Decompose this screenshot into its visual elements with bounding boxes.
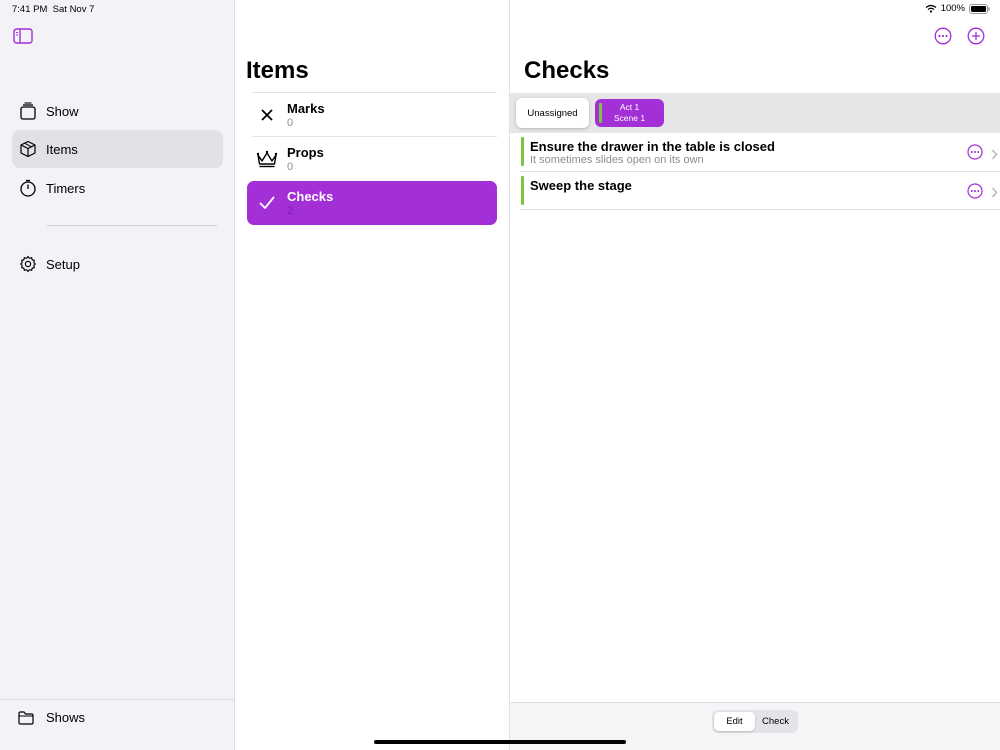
sidebar-item-label: Setup <box>46 256 80 272</box>
sidebar-item-label: Show <box>46 103 79 119</box>
battery-percent: 100% <box>940 3 965 14</box>
row-more-button[interactable] <box>967 183 983 199</box>
scene-color-bar <box>521 137 524 166</box>
ellipsis-circle-icon <box>967 144 983 160</box>
sidebar-toggle-icon[interactable] <box>13 28 33 44</box>
row-more-button[interactable] <box>967 144 983 160</box>
list-item-count: 2 <box>287 205 294 217</box>
page-title: Items <box>246 57 309 84</box>
ellipsis-circle-icon <box>934 27 952 45</box>
list-item-marks[interactable]: Marks 0 <box>247 93 497 137</box>
list-item-count: 0 <box>287 117 294 129</box>
sidebar-item-timers[interactable]: Timers <box>12 169 223 207</box>
edit-segment[interactable]: Edit <box>714 712 755 731</box>
cube-icon <box>19 140 37 158</box>
sidebar-item-label: Timers <box>46 180 86 196</box>
chevron-right-icon <box>991 147 998 160</box>
page-title: Checks <box>524 57 610 84</box>
list-item-name: Marks <box>287 101 325 116</box>
check-title: Sweep the stage <box>530 178 632 193</box>
scene-chip[interactable]: Act 1 Scene 1 <box>595 99 664 127</box>
chevron-right-icon <box>991 185 998 198</box>
status-indicators: 100% <box>925 3 990 14</box>
scene-filter-bar: Unassigned Act 1 Scene 1 <box>510 93 1000 133</box>
list-item-name: Checks <box>287 189 334 204</box>
sidebar-item-setup[interactable]: Setup <box>12 245 223 283</box>
square-stack-icon <box>19 102 37 120</box>
sidebar-item-items[interactable]: Items <box>12 130 223 168</box>
wifi-icon <box>925 4 937 13</box>
chip-label: Unassigned <box>527 107 578 119</box>
unassigned-chip[interactable]: Unassigned <box>516 98 589 128</box>
gear-icon <box>19 255 37 273</box>
list-item[interactable]: Sweep the stage <box>520 172 1000 210</box>
xmark-icon <box>247 108 287 122</box>
check-subtitle: It sometimes slides open on its own <box>530 154 704 166</box>
list-item[interactable]: Ensure the drawer in the table is closed… <box>520 133 1000 172</box>
crown-icon <box>247 150 287 168</box>
scene-chip-act: Act 1 <box>619 102 640 112</box>
status-time-value: 7:41 PM <box>12 4 48 15</box>
list-item-count: 0 <box>287 161 294 173</box>
add-check-button[interactable] <box>967 27 985 45</box>
more-options-button[interactable] <box>934 27 952 45</box>
plus-circle-icon <box>967 27 985 45</box>
list-item-checks[interactable]: Checks 2 <box>247 181 497 225</box>
status-date: Sat Nov 7 <box>52 4 95 15</box>
shows-button[interactable]: Shows <box>0 699 235 750</box>
sidebar: 7:41 PM Sat Nov 7 Show Items Timers Setu… <box>0 0 235 750</box>
list-item-name: Props <box>287 145 324 160</box>
sidebar-divider <box>47 225 217 226</box>
items-panel: Items Marks 0 Props 0 Checks 2 <box>235 0 510 750</box>
status-time: 7:41 PM Sat Nov 7 <box>12 4 94 15</box>
scene-color-bar <box>521 176 524 205</box>
checks-panel: 100% Checks Unassigned Act 1 Scene 1 Ens… <box>510 0 1000 750</box>
home-indicator <box>374 740 626 744</box>
battery-icon <box>969 3 990 14</box>
shows-label: Shows <box>46 710 86 725</box>
ellipsis-circle-icon <box>967 183 983 199</box>
sidebar-item-show[interactable]: Show <box>12 92 223 130</box>
scene-chip-scene: Scene 1 <box>613 113 646 123</box>
timer-icon <box>19 179 37 197</box>
check-title: Ensure the drawer in the table is closed <box>530 139 775 154</box>
scene-color-bar <box>599 103 602 123</box>
check-segment[interactable]: Check <box>755 712 796 731</box>
sidebar-item-label: Items <box>46 141 78 157</box>
list-item-props[interactable]: Props 0 <box>247 137 497 181</box>
checkmark-icon <box>247 196 287 210</box>
mode-segmented-control: Edit Check <box>712 710 798 733</box>
folder-icon <box>18 711 34 725</box>
